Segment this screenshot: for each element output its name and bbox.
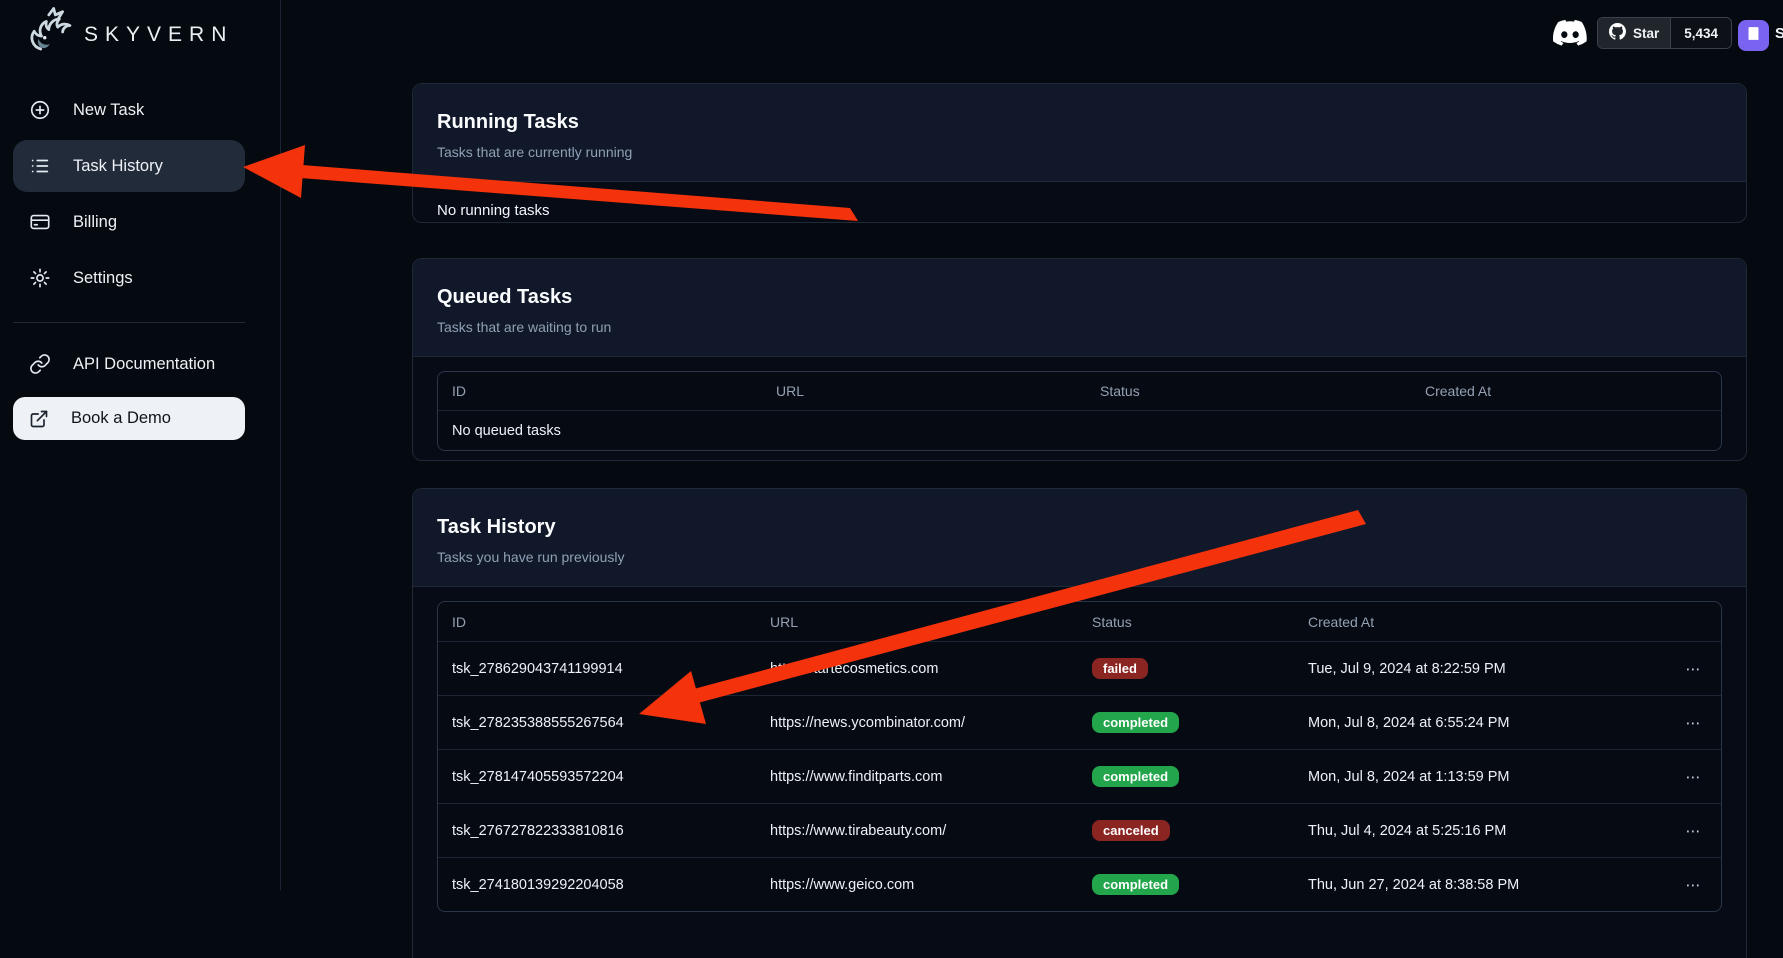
task-row[interactable]: tsk_278147405593572204 https://www.findi… <box>438 749 1721 803</box>
task-history-table: ID URL Status Created At tsk_27862904374… <box>437 601 1722 912</box>
list-icon <box>29 155 51 177</box>
building-icon <box>1745 25 1762 47</box>
org-avatar[interactable] <box>1738 20 1769 51</box>
task-created-at: Mon, Jul 8, 2024 at 6:55:24 PM <box>1308 715 1667 731</box>
task-row[interactable]: tsk_276727822333810816 https://www.tirab… <box>438 803 1721 857</box>
task-id: tsk_274180139292204058 <box>452 877 770 893</box>
col-url: URL <box>776 383 1100 399</box>
card-title: Task History <box>437 515 1722 539</box>
sidebar-item-label: Task History <box>73 157 163 176</box>
queued-empty-text: No queued tasks <box>452 423 1721 439</box>
task-created-at: Mon, Jul 8, 2024 at 1:13:59 PM <box>1308 769 1667 785</box>
row-actions-button[interactable]: ⋯ <box>1667 768 1721 786</box>
queued-tasks-card: Queued Tasks Tasks that are waiting to r… <box>412 258 1747 461</box>
status-badge: failed <box>1092 658 1148 679</box>
col-created-at: Created At <box>1308 614 1667 630</box>
github-star-count: 5,434 <box>1670 18 1731 48</box>
github-star-label: Star <box>1633 26 1659 41</box>
task-id: tsk_278629043741199914 <box>452 661 770 677</box>
sidebar-item-label: Settings <box>73 269 133 288</box>
sidebar-item-billing[interactable]: Billing <box>13 196 245 248</box>
task-history-card: Task History Tasks you have run previous… <box>412 488 1747 958</box>
running-empty-text: No running tasks <box>437 196 1722 227</box>
task-history-header: Task History Tasks you have run previous… <box>413 489 1746 587</box>
external-link-icon <box>29 409 49 429</box>
task-created-at: Thu, Jul 4, 2024 at 5:25:16 PM <box>1308 823 1667 839</box>
sidebar-item-task-history[interactable]: Task History <box>13 140 245 192</box>
task-id: tsk_278235388555267564 <box>452 715 770 731</box>
row-actions-button[interactable]: ⋯ <box>1667 822 1721 840</box>
task-url: https://news.ycombinator.com/ <box>770 715 1092 731</box>
task-url: https://www.finditparts.com <box>770 769 1092 785</box>
github-icon <box>1609 23 1626 43</box>
task-id: tsk_278147405593572204 <box>452 769 770 785</box>
card-title: Running Tasks <box>437 110 1722 134</box>
sidebar-item-settings[interactable]: Settings <box>13 252 245 304</box>
running-tasks-card: Running Tasks Tasks that are currently r… <box>412 83 1747 223</box>
sidebar-item-api-documentation[interactable]: API Documentation <box>13 338 245 390</box>
col-created-at: Created At <box>1425 383 1721 399</box>
col-status: Status <box>1100 383 1425 399</box>
task-url: https://tartecosmetics.com <box>770 661 1092 677</box>
sidebar-item-book-a-demo[interactable]: Book a Demo <box>13 397 245 440</box>
status-badge: completed <box>1092 874 1179 895</box>
sidebar: SKYVERN New Task Task History Billing <box>0 0 281 890</box>
table-header-row: ID URL Status Created At <box>438 372 1721 410</box>
task-id: tsk_276727822333810816 <box>452 823 770 839</box>
user-name-clipped: Sk <box>1775 25 1783 42</box>
link-icon <box>29 353 51 375</box>
sidebar-item-new-task[interactable]: New Task <box>13 84 245 136</box>
plus-circle-icon <box>29 99 51 121</box>
logo-text: SKYVERN <box>84 23 233 47</box>
task-row[interactable]: tsk_274180139292204058 https://www.geico… <box>438 857 1721 911</box>
task-url: https://www.tirabeauty.com/ <box>770 823 1092 839</box>
col-id: ID <box>452 614 770 630</box>
queued-empty-row: No queued tasks <box>438 410 1721 450</box>
row-actions-button[interactable]: ⋯ <box>1667 660 1721 678</box>
task-row[interactable]: tsk_278235388555267564 https://news.ycom… <box>438 695 1721 749</box>
card-subtitle: Tasks that are waiting to run <box>437 319 1722 336</box>
task-url: https://www.geico.com <box>770 877 1092 893</box>
gear-icon <box>29 267 51 289</box>
card-title: Queued Tasks <box>437 285 1722 309</box>
status-badge: canceled <box>1092 820 1170 841</box>
col-status: Status <box>1092 614 1308 630</box>
row-actions-button[interactable]: ⋯ <box>1667 876 1721 894</box>
col-id: ID <box>452 383 776 399</box>
github-star-button[interactable]: Star 5,434 <box>1597 17 1732 49</box>
credit-card-icon <box>29 211 51 233</box>
card-subtitle: Tasks that are currently running <box>437 144 1722 161</box>
sidebar-item-label: Book a Demo <box>71 409 171 428</box>
sidebar-item-label: Billing <box>73 213 117 232</box>
card-subtitle: Tasks you have run previously <box>437 549 1722 566</box>
skyvern-dragon-icon <box>22 6 74 63</box>
status-badge: completed <box>1092 766 1179 787</box>
task-created-at: Thu, Jun 27, 2024 at 8:38:58 PM <box>1308 877 1667 893</box>
queued-tasks-header: Queued Tasks Tasks that are waiting to r… <box>413 259 1746 357</box>
task-row[interactable]: tsk_278629043741199914 https://tartecosm… <box>438 641 1721 695</box>
discord-icon[interactable] <box>1553 19 1587 46</box>
sidebar-item-label: API Documentation <box>73 355 215 374</box>
logo[interactable]: SKYVERN <box>22 6 233 63</box>
sidebar-item-label: New Task <box>73 101 144 120</box>
task-created-at: Tue, Jul 9, 2024 at 8:22:59 PM <box>1308 661 1667 677</box>
running-tasks-header: Running Tasks Tasks that are currently r… <box>413 84 1746 182</box>
status-badge: completed <box>1092 712 1179 733</box>
table-header-row: ID URL Status Created At <box>438 602 1721 641</box>
col-url: URL <box>770 614 1092 630</box>
queued-tasks-table: ID URL Status Created At No queued tasks <box>437 371 1722 451</box>
row-actions-button[interactable]: ⋯ <box>1667 714 1721 732</box>
sidebar-divider <box>13 322 245 323</box>
